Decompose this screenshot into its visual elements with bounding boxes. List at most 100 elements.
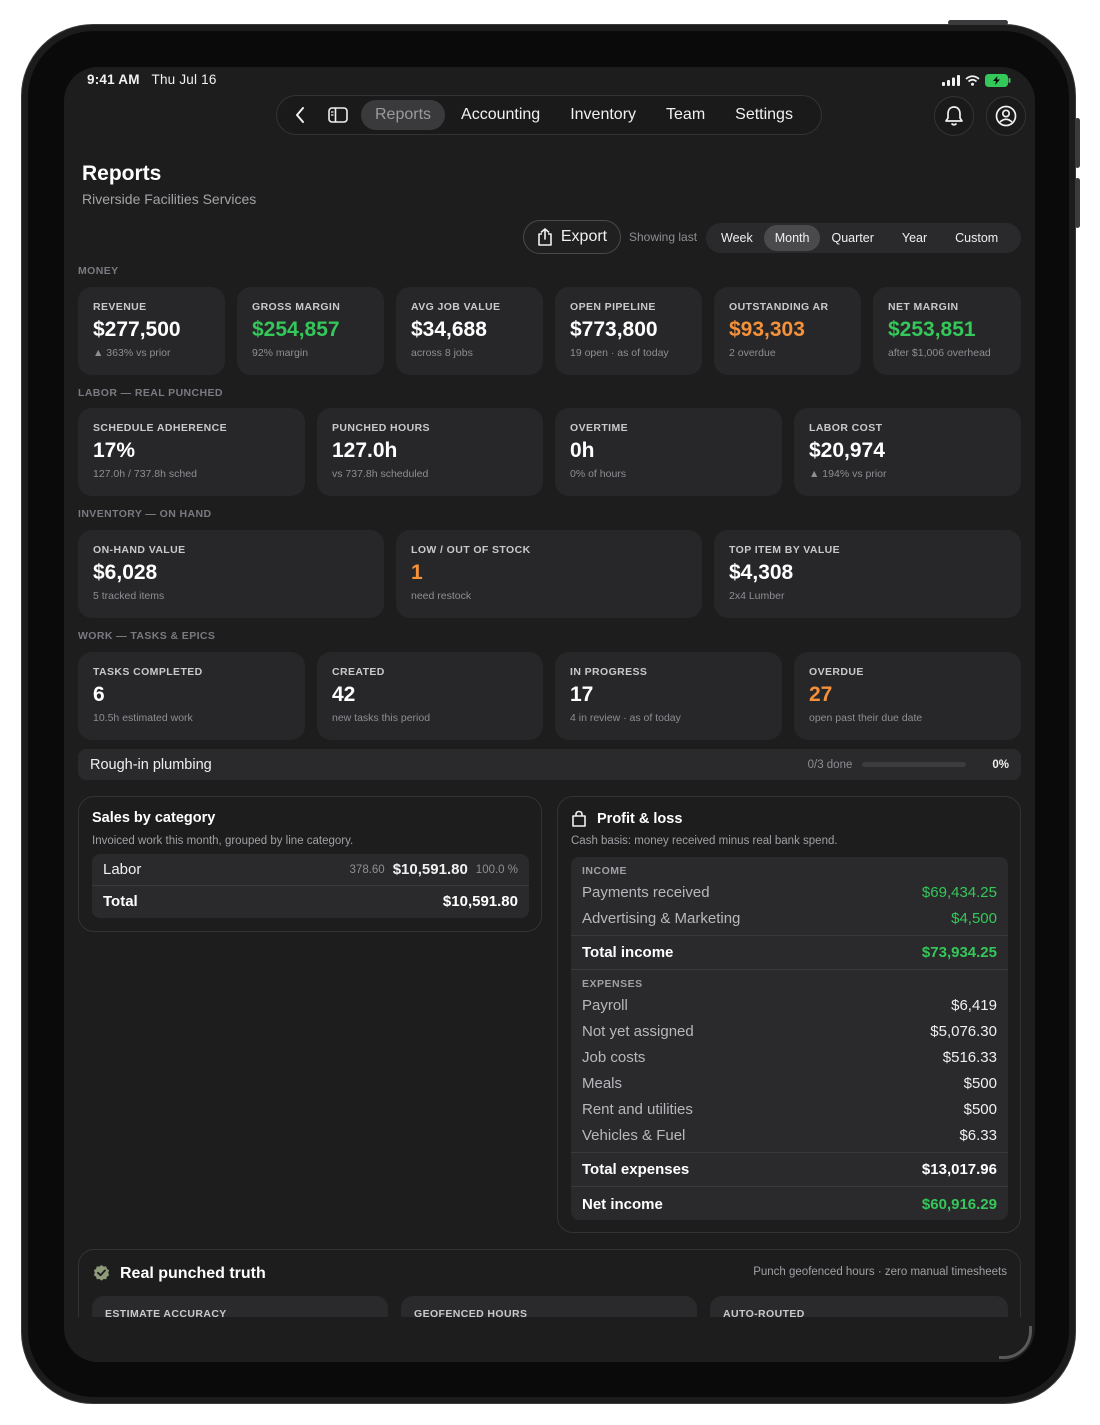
expense-value: $5,076.30 (930, 1022, 997, 1040)
metric-value: $4,308 (729, 561, 794, 584)
metric-card-on-hand-value[interactable]: ON-HAND VALUE $6,028 5 tracked items (78, 530, 384, 618)
metric-card-in-progress[interactable]: IN PROGRESS 17 4 in review · as of today (555, 652, 782, 740)
pnl-title: Profit & loss (597, 810, 683, 827)
period-week[interactable]: Week (710, 225, 764, 251)
net-income-value: $60,916.29 (921, 1195, 997, 1213)
expense-value: $6.33 (959, 1126, 997, 1144)
sidebar-toggle-button[interactable] (319, 96, 357, 134)
showing-label: Showing last (629, 230, 698, 244)
tab-inventory[interactable]: Inventory (556, 100, 650, 130)
metric-sub: ▲ 194% vs prior (809, 468, 887, 480)
notifications-button[interactable] (934, 96, 974, 136)
total-income-row: Total income $73,934.25 (571, 936, 1008, 969)
metric-sub: across 8 jobs (411, 347, 473, 359)
income-header: INCOME (582, 865, 627, 877)
epic-done-count: 0/3 done (807, 758, 853, 771)
metric-sub: 4 in review · as of today (570, 712, 681, 724)
income-label: Advertising & Marketing (582, 909, 741, 927)
metric-card-low-stock[interactable]: LOW / OUT OF STOCK 1 need restock (396, 530, 702, 618)
total-income-value: $73,934.25 (921, 944, 997, 961)
metric-card-overtime[interactable]: OVERTIME 0h 0% of hours (555, 408, 782, 496)
period-month[interactable]: Month (763, 225, 821, 251)
bell-icon (945, 106, 963, 126)
metric-sub: 10.5h estimated work (93, 712, 193, 724)
metric-value: 1 (411, 561, 423, 584)
metric-card-labor-cost[interactable]: LABOR COST $20,974 ▲ 194% vs prior (794, 408, 1021, 496)
metric-sub: 5 tracked items (93, 590, 165, 602)
metric-value: 27 (809, 683, 833, 706)
metric-card-avg-job-value[interactable]: AVG JOB VALUE $34,688 across 8 jobs (396, 287, 543, 375)
sidebar-icon (328, 107, 348, 123)
metric-label: OPEN PIPELINE (570, 301, 656, 313)
section-money-header: MONEY (78, 265, 119, 277)
metric-value: $253,851 (888, 318, 976, 341)
screen: 9:41 AM Thu Jul 16 Reports Accounting In… (64, 67, 1035, 1362)
metric-label: IN PROGRESS (570, 666, 648, 678)
metric-card-gross-margin[interactable]: GROSS MARGIN $254,857 92% margin (237, 287, 384, 375)
chevron-left-icon (296, 107, 304, 123)
section-labor-header: LABOR — REAL PUNCHED (78, 387, 223, 399)
epic-progress-row[interactable]: Rough-in plumbing 0/3 done 0% (78, 749, 1021, 780)
sales-amount: $10,591.80 (392, 861, 468, 878)
epic-name: Rough-in plumbing (90, 756, 212, 773)
income-value: $69,434.25 (921, 883, 997, 901)
metric-card-overdue[interactable]: OVERDUE 27 open past their due date (794, 652, 1021, 740)
tab-team[interactable]: Team (652, 100, 719, 130)
expense-row: Job costs $516.33 (571, 1044, 1008, 1070)
period-custom[interactable]: Custom (944, 225, 1009, 251)
metric-card-top-item[interactable]: TOP ITEM BY VALUE $4,308 2x4 Lumber (714, 530, 1021, 618)
tab-reports[interactable]: Reports (361, 100, 446, 130)
expense-row: Vehicles & Fuel $6.33 (571, 1122, 1008, 1148)
metric-label: REVENUE (93, 301, 147, 313)
period-quarter[interactable]: Quarter (820, 225, 884, 251)
metric-card-outstanding-ar[interactable]: OUTSTANDING AR $93,303 2 overdue (714, 287, 861, 375)
expense-row: Rent and utilities $500 (571, 1096, 1008, 1122)
metric-label: PUNCHED HOURS (332, 422, 430, 434)
metric-label: LOW / OUT OF STOCK (411, 544, 531, 556)
metric-value: $6,028 (93, 561, 158, 584)
expense-label: Meals (582, 1074, 623, 1092)
metric-label: NET MARGIN (888, 301, 959, 313)
metric-label: TOP ITEM BY VALUE (729, 544, 841, 556)
metric-card-punched-hours[interactable]: PUNCHED HOURS 127.0h vs 737.8h scheduled (317, 408, 543, 496)
expense-value: $500 (963, 1074, 997, 1092)
export-label: Export (560, 228, 608, 245)
pnl-table: INCOME Payments received $69,434.25 Adve… (571, 857, 1008, 1220)
metric-card-schedule-adherence[interactable]: SCHEDULE ADHERENCE 17% 127.0h / 737.8h s… (78, 408, 305, 496)
expense-label: Job costs (582, 1048, 646, 1066)
metric-label: AVG JOB VALUE (411, 301, 501, 313)
share-icon (538, 228, 552, 246)
metric-sub: after $1,006 overhead (888, 347, 991, 359)
account-button[interactable] (986, 96, 1026, 136)
verified-badge-icon (93, 1265, 110, 1281)
metric-value: 6 (93, 683, 105, 706)
metric-card-net-margin[interactable]: NET MARGIN $253,851 after $1,006 overhea… (873, 287, 1021, 375)
tab-accounting[interactable]: Accounting (447, 100, 554, 130)
metric-value: $93,303 (729, 318, 805, 341)
expense-value: $516.33 (942, 1048, 997, 1066)
metric-card-tasks-completed[interactable]: TASKS COMPLETED 6 10.5h estimated work (78, 652, 305, 740)
metric-card-open-pipeline[interactable]: OPEN PIPELINE $773,800 19 open · as of t… (555, 287, 702, 375)
metric-sub: 19 open · as of today (570, 347, 669, 359)
metric-label: GROSS MARGIN (252, 301, 341, 313)
total-expenses-label: Total expenses (582, 1161, 690, 1178)
tab-settings[interactable]: Settings (721, 100, 807, 130)
export-button[interactable]: Export (523, 220, 621, 254)
metric-card-revenue[interactable]: REVENUE $277,500 ▲ 363% vs prior (78, 287, 225, 375)
user-circle-icon (995, 105, 1017, 127)
metric-sub: vs 737.8h scheduled (332, 468, 429, 480)
expense-row: Not yet assigned $5,076.30 (571, 1018, 1008, 1044)
signal-icon (942, 75, 960, 86)
metric-label: LABOR COST (809, 422, 883, 434)
status-bar-icons (942, 74, 1011, 87)
metric-label: ON-HAND VALUE (93, 544, 186, 556)
metric-value: 0h (570, 439, 595, 462)
metric-label: SCHEDULE ADHERENCE (93, 422, 227, 434)
expense-label: Rent and utilities (582, 1100, 693, 1118)
metric-value: 17% (93, 439, 136, 462)
period-year[interactable]: Year (891, 225, 938, 251)
sales-row[interactable]: Labor 378.60 $10,591.80 100.0 % (92, 854, 529, 885)
metric-card-created[interactable]: CREATED 42 new tasks this period (317, 652, 543, 740)
metric-label: TASKS COMPLETED (93, 666, 203, 678)
back-button[interactable] (281, 96, 319, 134)
